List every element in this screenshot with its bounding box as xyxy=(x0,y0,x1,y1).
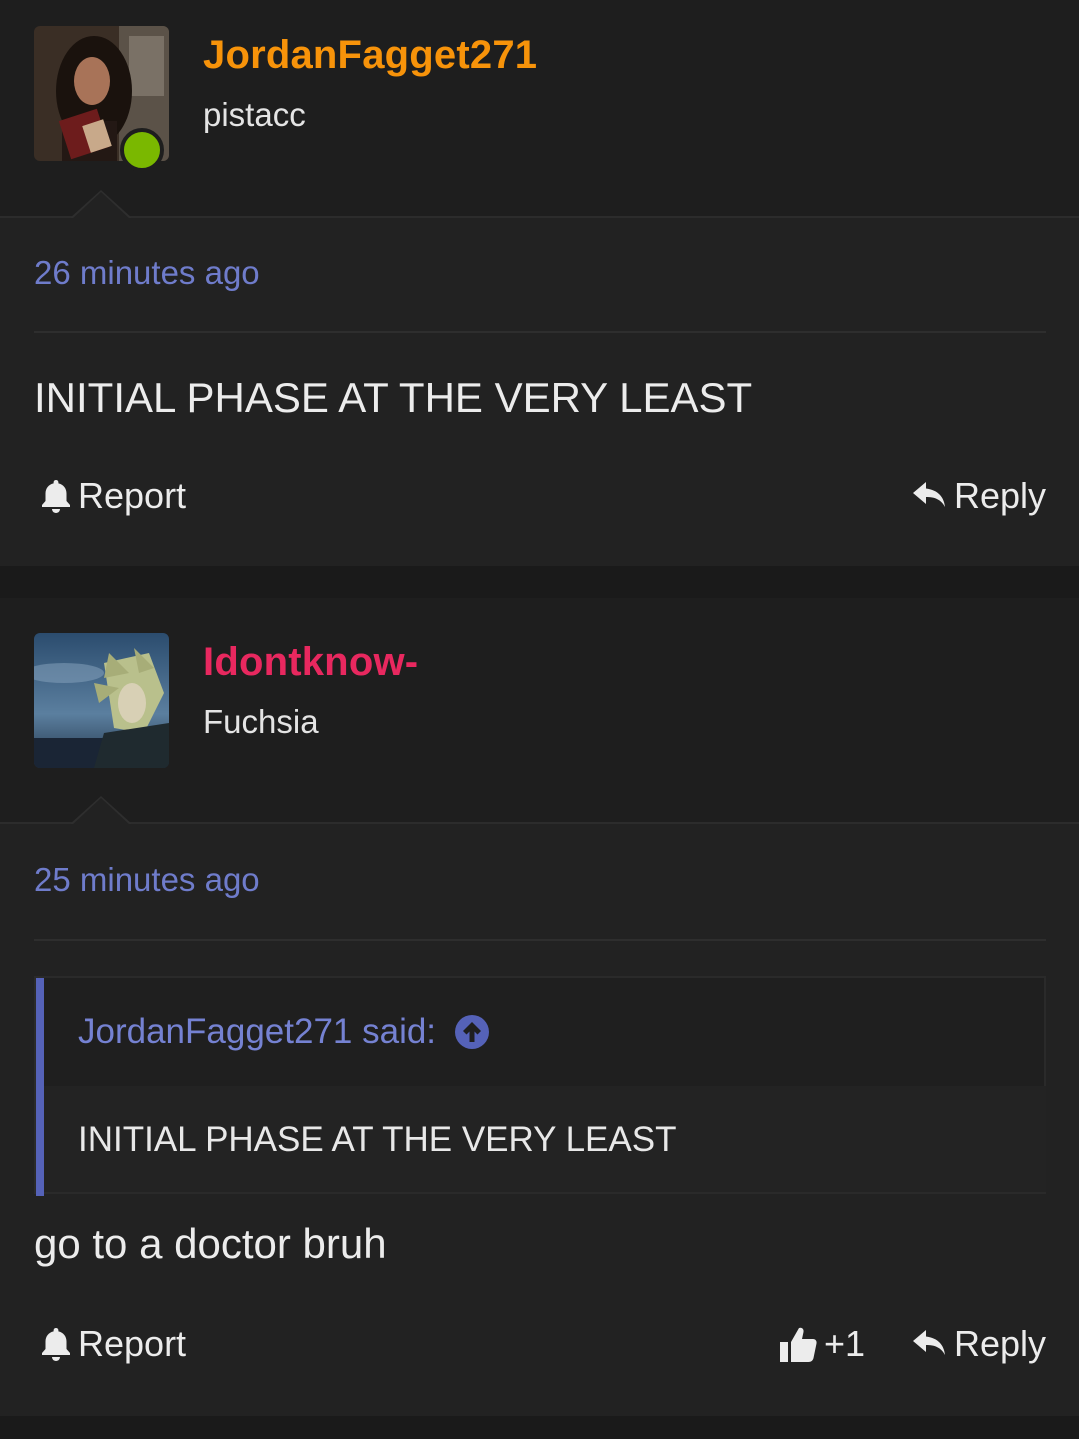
reply-label: Reply xyxy=(954,1323,1047,1364)
bell-icon xyxy=(42,480,70,513)
bell-icon xyxy=(42,1328,70,1361)
quote-attribution[interactable]: JordanFagget271 said: xyxy=(78,1012,490,1052)
online-status-dot xyxy=(120,128,164,172)
post-body: INITIAL PHASE AT THE VERY LEAST xyxy=(34,374,753,421)
quote-text: INITIAL PHASE AT THE VERY LEAST xyxy=(78,1120,677,1159)
report-label: Report xyxy=(78,475,187,516)
username[interactable]: JordanFagget271 xyxy=(203,33,537,78)
report-button[interactable]: Report xyxy=(40,1323,186,1365)
report-button[interactable]: Report xyxy=(40,475,186,517)
post-body: go to a doctor bruh xyxy=(34,1220,387,1267)
header-pointer xyxy=(70,190,132,219)
post-timestamp[interactable]: 25 minutes ago xyxy=(34,861,260,899)
post-timestamp[interactable]: 26 minutes ago xyxy=(34,254,260,292)
like-count: +1 xyxy=(824,1323,866,1364)
reply-arrow-icon xyxy=(913,1330,945,1355)
header-pointer xyxy=(70,796,132,825)
like-button[interactable]: +1 xyxy=(778,1323,865,1365)
reply-arrow-icon xyxy=(913,482,945,507)
quote-block: JordanFagget271 said: INITIAL PHASE AT T… xyxy=(34,976,1046,1196)
avatar[interactable] xyxy=(34,633,169,768)
quote-author: JordanFagget271 said: xyxy=(78,1012,437,1051)
post-idontknow: Idontknow- Fuchsia 25 minutes ago Jordan… xyxy=(0,598,1079,1416)
report-label: Report xyxy=(78,1323,187,1364)
reply-button[interactable]: Reply xyxy=(912,475,1046,517)
thumbs-up-icon xyxy=(780,1327,817,1362)
avatar-anime-character xyxy=(34,633,169,768)
meta-divider xyxy=(34,939,1046,941)
reply-button[interactable]: Reply xyxy=(912,1323,1046,1365)
post-jordanfagget271: JordanFagget271 pistacc 26 minutes ago I… xyxy=(0,0,1079,566)
thread-page: JordanFagget271 pistacc 26 minutes ago I… xyxy=(0,0,1079,1439)
user-title: pistacc xyxy=(203,96,306,133)
arrow-up-circle-icon[interactable] xyxy=(454,1014,490,1050)
meta-divider xyxy=(34,331,1046,333)
user-title: Fuchsia xyxy=(203,703,319,740)
header-divider xyxy=(0,822,1079,824)
quote-accent-bar xyxy=(36,978,44,1196)
reply-label: Reply xyxy=(954,475,1047,516)
header-divider xyxy=(0,216,1079,218)
username[interactable]: Idontknow- xyxy=(203,640,418,685)
